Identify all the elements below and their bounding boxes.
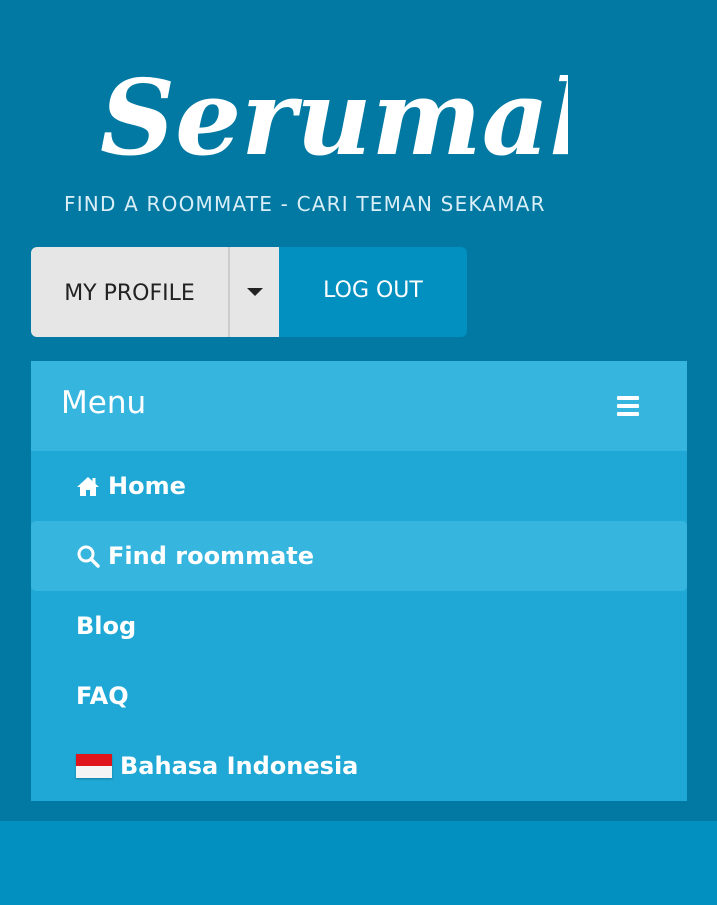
search-icon <box>77 545 100 568</box>
home-icon <box>77 477 99 496</box>
menu-item-language[interactable]: Bahasa Indonesia <box>31 731 687 801</box>
account-button-group: MY PROFILE LOG OUT <box>31 247 467 337</box>
site-header: Serumah FIND A ROOMMATE - CARI TEMAN SEK… <box>0 0 717 821</box>
menu-item-label: Find roommate <box>108 542 315 570</box>
menu-item-label: Bahasa Indonesia <box>120 752 359 780</box>
my-profile-button[interactable]: MY PROFILE <box>31 247 230 337</box>
logo-wordmark-text: Serumah <box>100 58 568 178</box>
menu-item-label: Blog <box>76 612 137 640</box>
menu-item-label: FAQ <box>76 682 129 710</box>
logo-wordmark: Serumah <box>100 58 568 178</box>
caret-down-icon <box>246 288 263 296</box>
menu-item-faq[interactable]: FAQ <box>31 661 687 731</box>
main-menu: Menu Home Find roommate Blog FAQ Bahasa … <box>31 361 687 801</box>
hamburger-menu-icon[interactable] <box>617 396 639 416</box>
logo-tagline: FIND A ROOMMATE - CARI TEMAN SEKAMAR <box>64 192 546 216</box>
menu-title: Menu <box>61 385 147 421</box>
profile-dropdown-toggle[interactable] <box>230 247 279 337</box>
menu-item-find-roommate[interactable]: Find roommate <box>31 521 687 591</box>
menu-item-home[interactable]: Home <box>31 451 687 521</box>
menu-item-label: Home <box>108 472 186 500</box>
menu-header[interactable]: Menu <box>31 361 687 451</box>
menu-item-blog[interactable]: Blog <box>31 591 687 661</box>
logout-button[interactable]: LOG OUT <box>279 247 467 337</box>
indonesia-flag-icon <box>76 754 112 778</box>
site-logo[interactable]: Serumah FIND A ROOMMATE - CARI TEMAN SEK… <box>60 58 600 223</box>
